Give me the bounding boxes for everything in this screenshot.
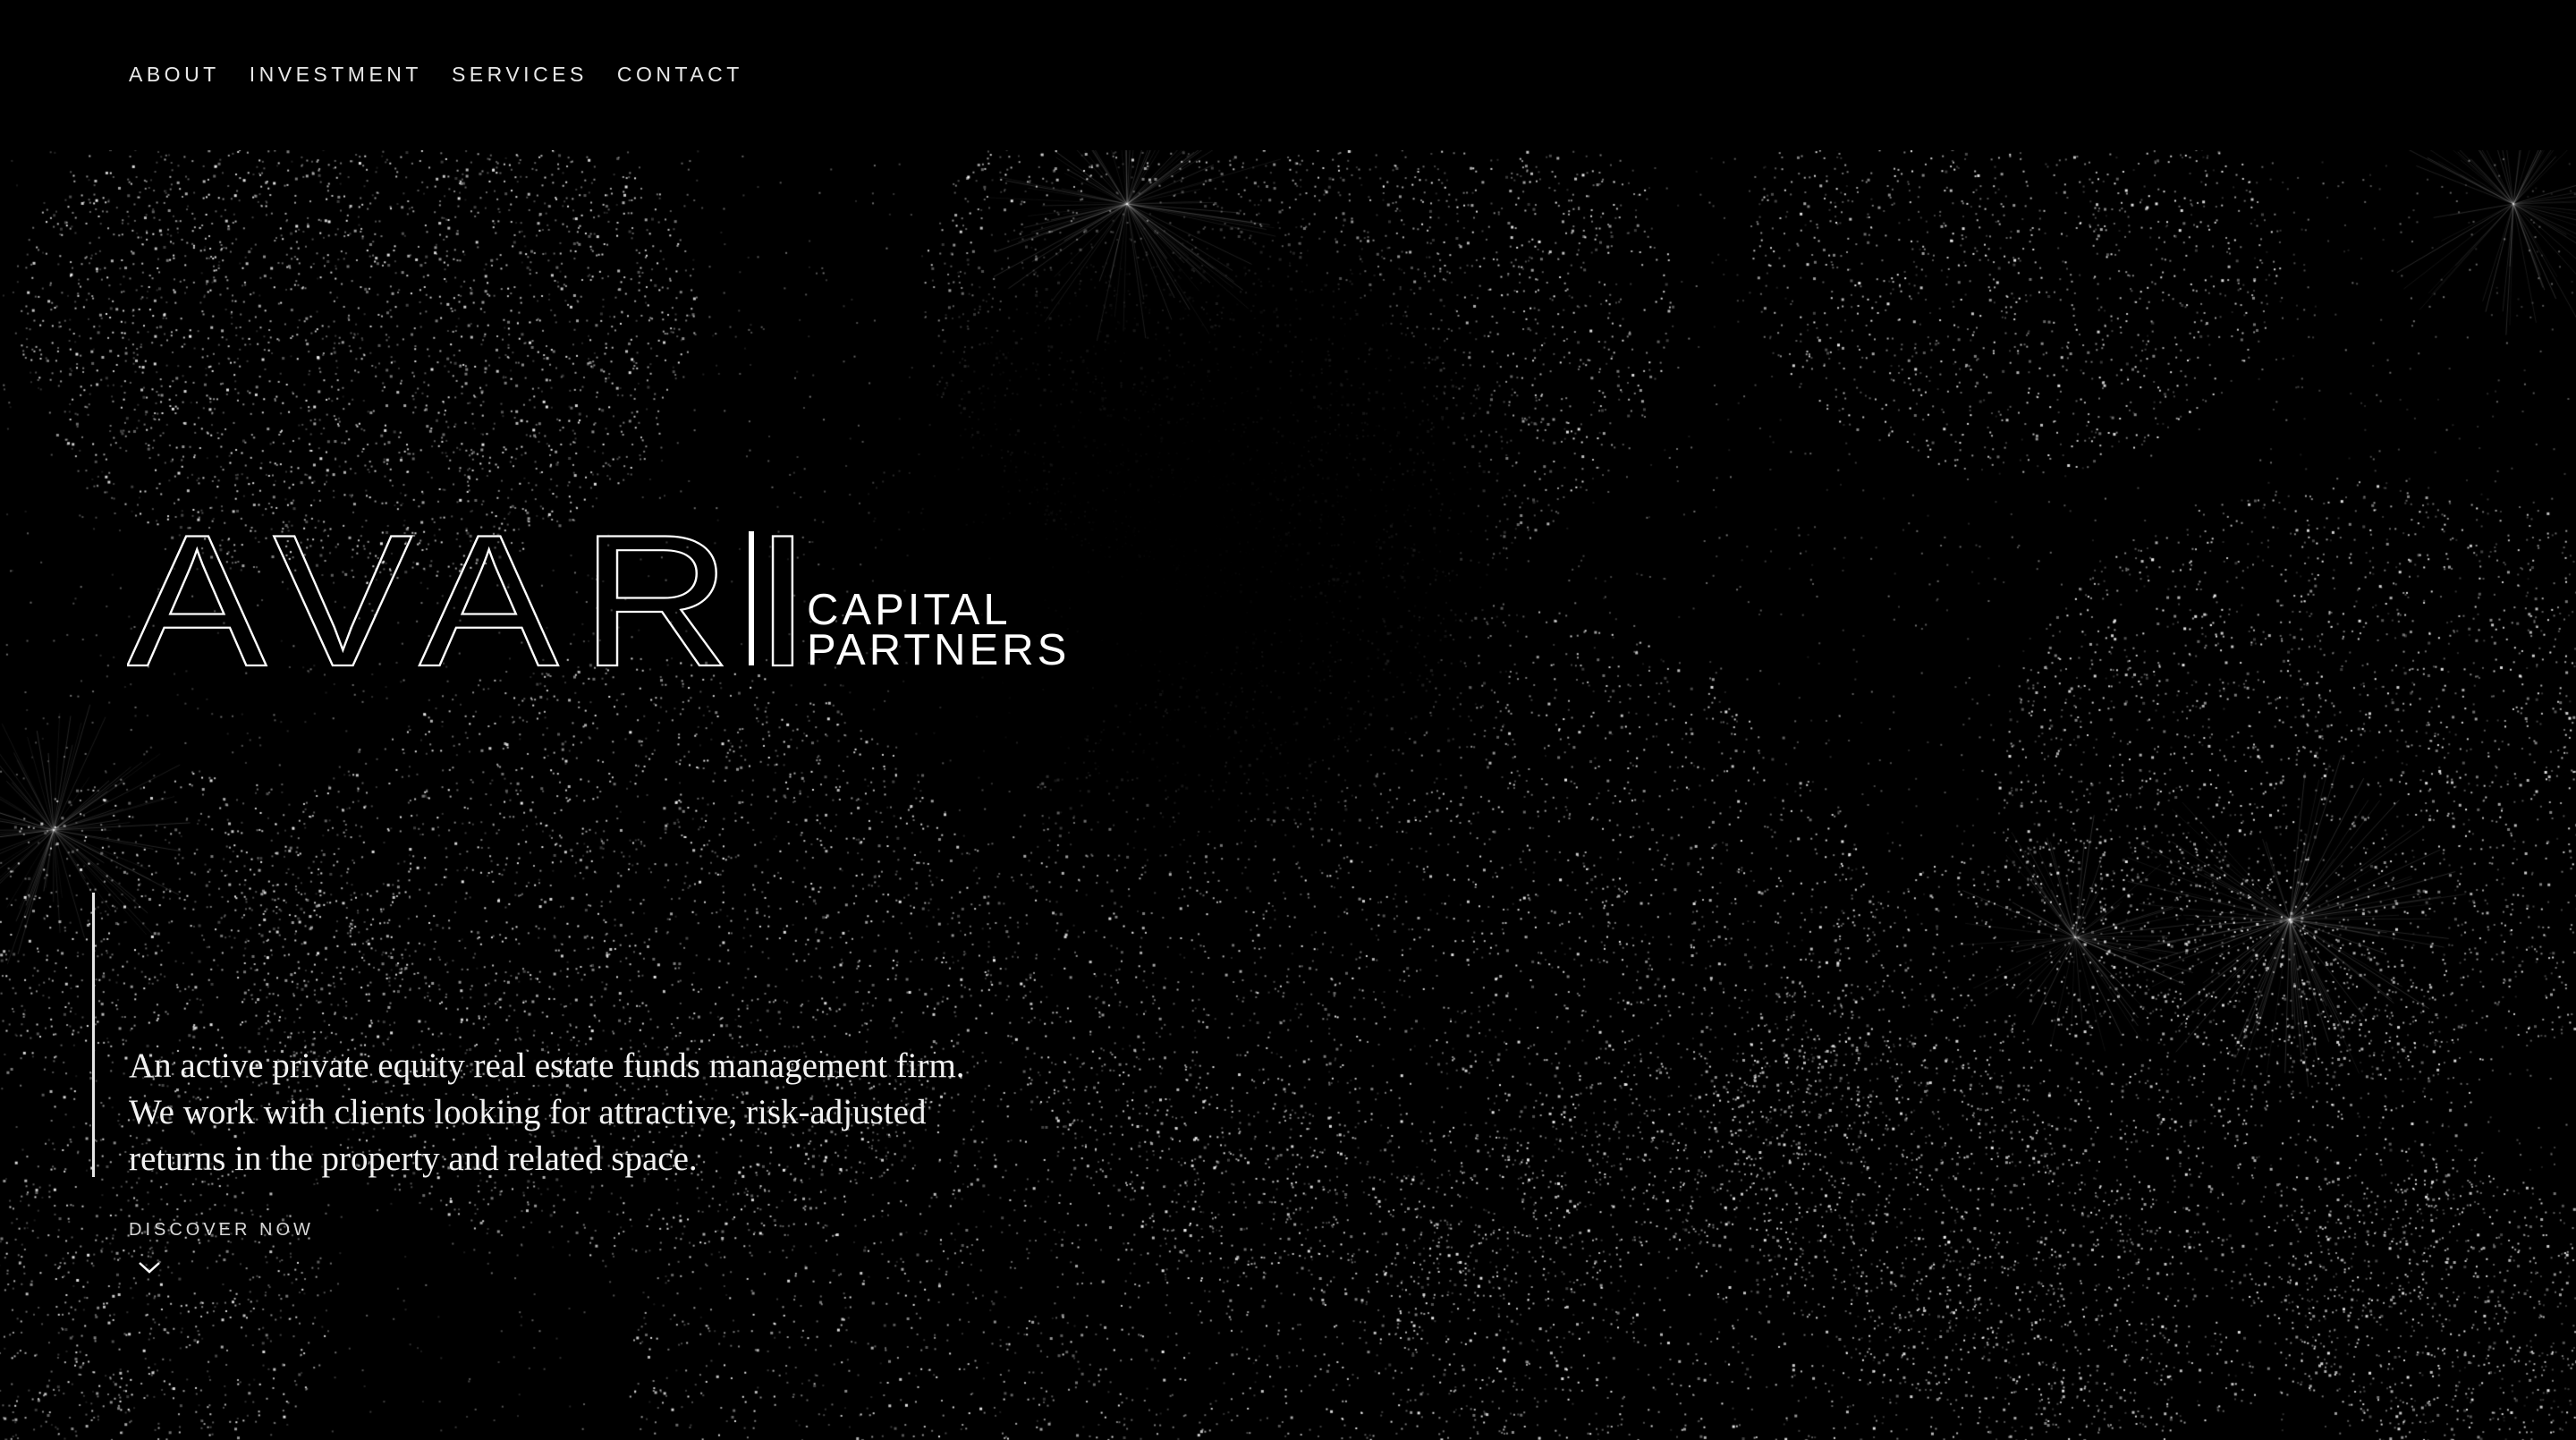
- logo-wordmark: AVARI: [127, 526, 834, 678]
- main-nav: ABOUT INVESTMENT SERVICES CONTACT: [129, 63, 743, 87]
- tagline-line-1: An active private equity real estate fun…: [129, 1046, 965, 1085]
- brand-logo: AVARI CAPITAL PARTNERS: [127, 526, 1075, 678]
- discover-now-button[interactable]: DISCOVER NOW: [129, 1220, 314, 1275]
- nav-contact-link[interactable]: CONTACT: [617, 63, 743, 87]
- nav-investment-link[interactable]: INVESTMENT: [250, 63, 422, 87]
- chevron-down-icon[interactable]: [138, 1260, 161, 1275]
- particle-background: [0, 150, 2576, 1440]
- logo-graphic: AVARI CAPITAL PARTNERS: [127, 526, 1070, 678]
- nav-services-link[interactable]: SERVICES: [452, 63, 588, 87]
- tagline-line-2: We work with clients looking for attract…: [129, 1093, 927, 1131]
- logo-partners-text: PARTNERS: [807, 626, 1070, 674]
- hero-tagline: An active private equity real estate fun…: [129, 1043, 1113, 1182]
- tagline-accent-line: [92, 893, 95, 1177]
- tagline-line-3: returns in the property and related spac…: [129, 1139, 698, 1178]
- discover-now-label: DISCOVER NOW: [129, 1220, 314, 1240]
- nav-about-link[interactable]: ABOUT: [129, 63, 220, 87]
